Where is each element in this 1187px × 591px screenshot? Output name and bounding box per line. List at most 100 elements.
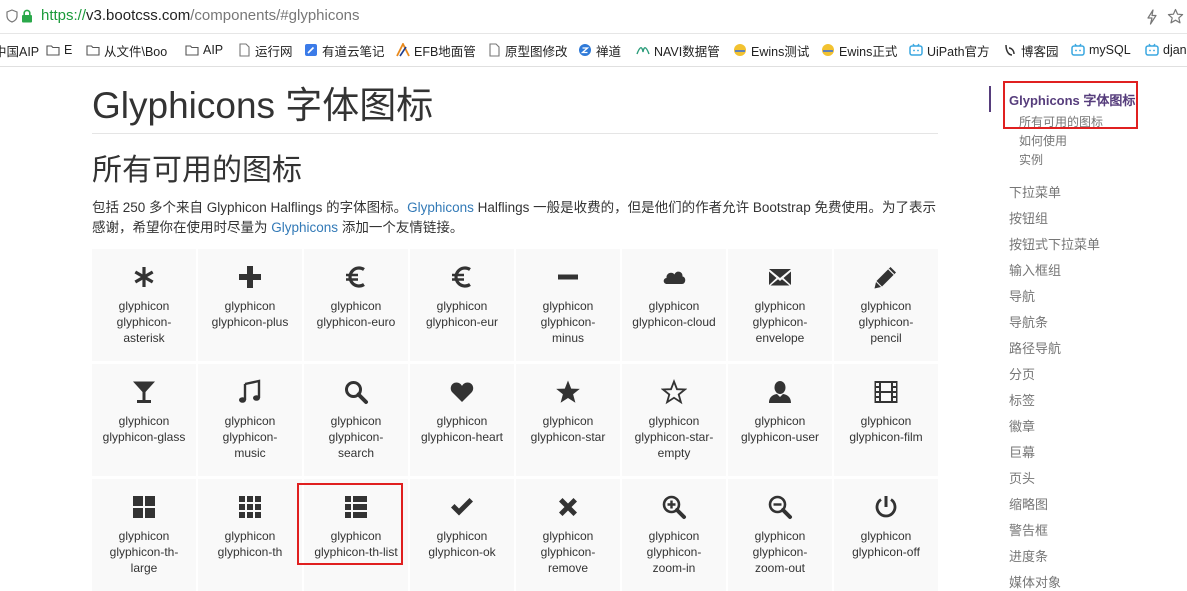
bookmark-label: 从文件\Boo [104,44,168,59]
glyph-item[interactable]: glyphicon glyphicon-zoom-in [622,479,726,591]
glyph-label: glyphicon [118,299,170,313]
glyph-item[interactable]: glyphicon glyphicon-cloud [622,249,726,361]
glyph-class-name: glyphicon-plus [211,315,289,329]
th-large-icon [133,496,155,518]
sidebar-subitem-all-icons[interactable]: 所有可用的图标 [1019,113,1103,130]
search-icon [345,381,368,404]
glyph-item[interactable]: glyphicon glyphicon-th-list [304,479,408,591]
glyph-item[interactable]: glyphicon glyphicon-th [198,479,302,591]
glyph-class-name: search [337,446,375,460]
bookmark-e[interactable]: E [46,41,72,59]
sidebar-subitem-how-to-use[interactable]: 如何使用 [1019,132,1067,149]
glyph-item[interactable]: glyphicon glyphicon-th-large [92,479,196,591]
bookmark-aip-cn[interactable]: 中国AIP [0,41,39,59]
glyph-item[interactable]: glyphicon glyphicon-film [834,364,938,476]
sidebar-item-button-groups[interactable]: 按钮组 [1009,208,1048,227]
glass-icon [133,381,155,403]
glyph-item[interactable]: glyphicon glyphicon-heart [410,364,514,476]
bookmark-label: 中国AIP [0,44,40,59]
sidebar-item-input-groups[interactable]: 输入框组 [1009,260,1061,279]
glyph-label: glyphicon [224,529,276,543]
sidebar-item-media[interactable]: 媒体对象 [1009,572,1061,591]
glyph-item[interactable]: glyphicon glyphicon-envelope [728,249,832,361]
bookmark-youdao[interactable]: 有道云笔记 [304,41,385,59]
shield-icon[interactable] [6,9,18,23]
star-icon[interactable] [1167,8,1184,25]
sidebar-item-glyphicons[interactable]: Glyphicons 字体图标 [1009,90,1135,109]
glyph-label: glyphicon [648,414,700,428]
glyph-item[interactable]: glyphicon glyphicon-remove [516,479,620,591]
glyphicons-link[interactable]: Glyphicons [271,220,338,235]
folder-icon [86,43,100,57]
sidebar-subitem-examples[interactable]: 实例 [1019,151,1043,168]
url-protocol: https:// [41,7,87,24]
asterisk-icon [134,267,154,287]
glyph-item[interactable]: glyphicon glyphicon-euro [304,249,408,361]
bookmark-uipath[interactable]: UiPath官方 [909,41,990,59]
glyph-item[interactable]: glyphicon glyphicon-search [304,364,408,476]
bolt-icon[interactable] [1145,9,1159,25]
glyph-item[interactable]: glyphicon glyphicon-zoom-out [728,479,832,591]
url-text[interactable]: https://v3.bootcss.com/components/#glyph… [41,7,360,24]
glyph-class-name: glyphicon-film [849,430,923,444]
sidebar-item-button-dropdowns[interactable]: 按钮式下拉菜单 [1009,234,1100,253]
bookmark-label: 禅道 [596,44,622,59]
sidebar-item-jumbotron[interactable]: 巨幕 [1009,442,1035,461]
star-icon [556,380,580,403]
glyph-label: glyphicon [330,414,382,428]
intro-text: 添加一个友情链接。 [338,220,464,235]
sidebar-item-page-header[interactable]: 页头 [1009,468,1035,487]
sidebar-item-labels[interactable]: 标签 [1009,390,1035,409]
glyph-item[interactable]: glyphicon glyphicon-music [198,364,302,476]
bookmark-label: djan [1163,43,1187,57]
bookmark-zentao[interactable]: 禅道 [578,41,621,59]
sidebar-item-thumbnails[interactable]: 缩略图 [1009,494,1048,513]
bookmark-navi[interactable]: NAVI数据管 [636,41,720,59]
glyph-item[interactable]: glyphicon glyphicon-eur [410,249,514,361]
glyph-label: glyphicon [224,414,276,428]
bookmark-cnblogs[interactable]: 博客园 [1003,41,1059,59]
bookmark-django[interactable]: djan [1145,41,1187,59]
bookmark-ewins-prod[interactable]: Ewins正式 [821,41,897,59]
sidebar-item-pagination[interactable]: 分页 [1009,364,1035,383]
bookmark-ewins-test[interactable]: Ewins测试 [733,41,809,59]
sidebar-item-alerts[interactable]: 警告框 [1009,520,1048,539]
glyph-item[interactable]: glyphicon glyphicon-off [834,479,938,591]
lock-icon[interactable] [21,9,33,23]
glyph-item[interactable]: glyphicon glyphicon-plus [198,249,302,361]
title-divider [92,133,938,134]
sidebar-item-progress[interactable]: 进度条 [1009,546,1048,565]
glyph-item[interactable]: glyphicon glyphicon-ok [410,479,514,591]
bookmark-mysql[interactable]: mySQL [1071,41,1131,59]
sidebar-item-badges[interactable]: 徽章 [1009,416,1035,435]
glyph-item[interactable]: glyphicon glyphicon-minus [516,249,620,361]
glyphicons-link[interactable]: Glyphicons [407,200,474,215]
heart-icon [450,382,474,402]
address-bar[interactable]: https://v3.bootcss.com/components/#glyph… [0,0,1187,34]
bookmark-prototype[interactable]: 原型图修改 [487,41,568,59]
navi-icon [636,43,650,57]
glyph-item[interactable]: glyphicon glyphicon-pencil [834,249,938,361]
sidebar-item-breadcrumbs[interactable]: 路径导航 [1009,338,1061,357]
glyph-class-name: glyphicon-eur [425,315,499,329]
glyph-item[interactable]: glyphicon glyphicon-asterisk [92,249,196,361]
sidebar-item-dropdowns[interactable]: 下拉菜单 [1009,182,1061,201]
folder-icon [185,43,199,57]
th-list-icon [345,496,367,518]
music-icon [239,379,261,403]
glyph-item[interactable]: glyphicon glyphicon-user [728,364,832,476]
bookmark-efb[interactable]: EFB地面管 [396,41,476,59]
glyph-label: glyphicon [330,299,382,313]
glyph-item[interactable]: glyphicon glyphicon-glass [92,364,196,476]
glyph-label: glyphicon [436,299,488,313]
zentao-icon [578,43,592,57]
ok-icon [451,498,473,516]
bookmark-label: UiPath官方 [927,44,990,59]
bookmark-yunxingwang[interactable]: 运行网 [237,41,293,59]
bookmark-aip[interactable]: AIP [185,41,223,59]
sidebar-item-navbar[interactable]: 导航条 [1009,312,1048,331]
glyph-item[interactable]: glyphicon glyphicon-star [516,364,620,476]
glyph-item[interactable]: glyphicon glyphicon-star-empty [622,364,726,476]
sidebar-item-navs[interactable]: 导航 [1009,286,1035,305]
bookmark-from-file[interactable]: 从文件\Boo [86,41,167,59]
